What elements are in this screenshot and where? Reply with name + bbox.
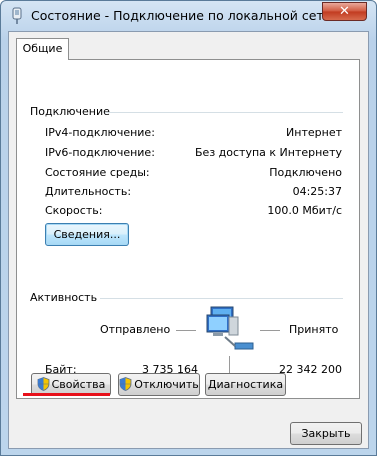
received-connector: [260, 330, 280, 331]
title-bar[interactable]: Состояние - Подключение по локальной сет…: [1, 1, 376, 31]
sent-label: Отправлено: [100, 323, 171, 336]
uac-shield-icon: [119, 377, 132, 391]
sent-connector: [176, 330, 196, 331]
media-state-label: Состояние среды:: [45, 166, 150, 179]
activity-heading: Активность: [30, 291, 98, 304]
connection-divider: [105, 112, 343, 113]
disable-button[interactable]: Отключить: [118, 373, 200, 396]
speed-value: 100.0 Мбит/с: [267, 204, 342, 217]
tab-general[interactable]: Общие: [16, 38, 69, 60]
details-button[interactable]: Сведения...: [45, 223, 129, 246]
close-button[interactable]: Закрыть: [290, 422, 362, 445]
speed-label: Скорость:: [45, 204, 103, 217]
properties-highlight-underline: [23, 393, 110, 396]
ipv4-label: IPv4-подключение:: [45, 126, 155, 139]
uac-shield-icon: [37, 377, 50, 391]
properties-label: Свойства: [51, 378, 106, 391]
ipv6-label: IPv6-подключение:: [45, 146, 155, 159]
window-close-button[interactable]: ✕: [322, 2, 367, 21]
received-label: Принято: [289, 323, 339, 336]
ipv4-value: Интернет: [286, 126, 342, 139]
general-tab-panel: Подключение IPv4-подключение: Интернет I…: [16, 59, 360, 399]
close-icon: ✕: [339, 4, 350, 19]
ipv6-value: Без доступа к Интернету: [195, 146, 342, 159]
diagnose-button[interactable]: Диагностика: [205, 373, 286, 396]
tab-general-label: Общие: [22, 42, 63, 55]
activity-divider: [100, 298, 343, 299]
connection-status-window: Состояние - Подключение по локальной сет…: [0, 0, 377, 456]
network-adapter-icon: [12, 7, 22, 24]
duration-value: 04:25:37: [292, 185, 342, 198]
dialog-client-area: Общие Подключение IPv4-подключение: Инте…: [8, 31, 369, 449]
duration-label: Длительность:: [45, 185, 132, 198]
window-title: Состояние - Подключение по локальной сет…: [31, 8, 332, 23]
network-computers-icon: [206, 306, 254, 350]
connection-heading: Подключение: [30, 105, 110, 118]
media-state-value: Подключено: [269, 166, 342, 179]
disable-label: Отключить: [134, 378, 199, 391]
bytes-received-value: 22 342 200: [279, 363, 342, 376]
